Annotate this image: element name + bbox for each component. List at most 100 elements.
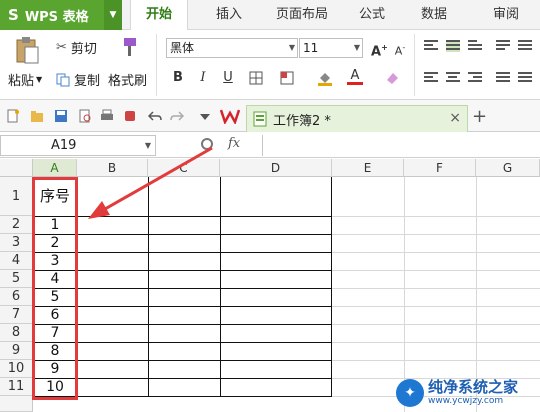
column-header-d[interactable]: D <box>220 159 332 177</box>
redo-icon[interactable] <box>170 109 184 123</box>
print-preview-icon[interactable] <box>78 109 92 123</box>
new-tab-button[interactable]: + <box>472 106 487 127</box>
paste-icon[interactable] <box>14 36 40 66</box>
tab-home[interactable]: 开始 <box>130 0 188 31</box>
italic-button[interactable]: I <box>195 70 211 86</box>
row-header[interactable]: 10 <box>0 360 33 378</box>
copy-button[interactable]: 复制 <box>56 70 100 89</box>
fx-button[interactable]: fx <box>228 136 240 151</box>
fill-color-icon[interactable] <box>317 70 333 86</box>
ribbon-separator <box>414 34 415 96</box>
clear-format-icon[interactable] <box>384 70 400 86</box>
formula-input[interactable] <box>262 135 540 156</box>
indent-icon[interactable] <box>518 40 532 52</box>
align-bottom-icon[interactable] <box>468 40 482 52</box>
chevron-down-icon: ▼ <box>353 43 360 52</box>
scissors-icon: ✂ <box>56 40 67 55</box>
gridline <box>332 270 540 271</box>
gridline <box>332 252 540 253</box>
ribbon-separator <box>156 34 157 96</box>
row-header[interactable]: 5 <box>0 270 33 288</box>
quick-access-bar: 工作簿2 * × + <box>0 100 540 132</box>
align-left-icon[interactable] <box>424 72 438 84</box>
font-name-select[interactable]: 黑体 ▼ <box>166 38 298 58</box>
undo-icon[interactable] <box>148 109 162 123</box>
cell-style-icon[interactable] <box>280 71 294 85</box>
font-name-value: 黑体 <box>170 41 195 55</box>
app-menu-button[interactable]: S WPS 表格 ▼ <box>0 0 122 30</box>
wps-w-logo-icon[interactable] <box>220 108 240 124</box>
gridline <box>332 324 540 325</box>
print-icon[interactable] <box>100 109 114 123</box>
grow-font-button[interactable]: A+ <box>371 40 388 60</box>
row-header[interactable]: 2 <box>0 216 33 234</box>
gridline <box>332 216 540 217</box>
borders-icon[interactable] <box>249 71 263 85</box>
font-color-button[interactable]: A <box>347 68 363 85</box>
tab-insert[interactable]: 插入 <box>204 0 254 30</box>
font-size-select[interactable]: 11 ▼ <box>299 38 363 58</box>
justify-icon[interactable] <box>496 72 510 84</box>
row-header[interactable]: 4 <box>0 252 33 270</box>
row-header[interactable]: 7 <box>0 306 33 324</box>
row-header[interactable]: 9 <box>0 342 33 360</box>
annotation-arrow <box>88 146 213 219</box>
row-header[interactable]: 6 <box>0 288 33 306</box>
format-painter-icon[interactable] <box>118 36 140 60</box>
menu-bar: S WPS 表格 ▼ 开始 插入 页面布局 公式 数据 审阅 <box>0 0 540 31</box>
gridline <box>332 234 540 235</box>
watermark-title: 纯净系统之家 <box>428 378 519 396</box>
font-size-value: 11 <box>303 41 319 55</box>
open-folder-icon[interactable] <box>30 109 44 123</box>
wrap-text-icon[interactable] <box>496 40 510 52</box>
export-icon[interactable] <box>124 109 138 123</box>
wps-logo-icon: S <box>8 6 19 24</box>
close-icon[interactable]: × <box>449 110 461 126</box>
name-box-value: A19 <box>51 138 77 153</box>
align-middle-icon[interactable] <box>446 40 460 52</box>
spreadsheet-file-icon <box>253 111 267 127</box>
site-watermark: ✦ 纯净系统之家 www.ycwjzy.com <box>396 376 536 410</box>
cut-button[interactable]: ✂ 剪切 <box>56 38 97 57</box>
gridline <box>332 288 540 289</box>
column-header-e[interactable]: E <box>332 159 404 177</box>
row-header[interactable] <box>0 396 33 412</box>
tab-review[interactable]: 审阅 <box>484 0 528 30</box>
row-header[interactable]: 1 <box>0 177 33 216</box>
tab-page-layout[interactable]: 页面布局 <box>262 0 342 30</box>
format-painter-button[interactable]: 格式刷 <box>108 70 147 89</box>
watermark-logo-icon: ✦ <box>396 379 424 407</box>
gridline <box>332 342 540 343</box>
gridline <box>332 306 540 307</box>
font-color-icon: A <box>350 68 360 83</box>
document-tab[interactable]: 工作簿2 * × <box>246 105 468 132</box>
new-file-icon[interactable] <box>6 109 20 123</box>
column-header-a[interactable]: A <box>33 159 77 177</box>
column-header-g[interactable]: G <box>476 159 540 177</box>
bold-button[interactable]: B <box>170 70 186 86</box>
row-header[interactable]: 11 <box>0 378 33 396</box>
ribbon: 粘贴 ▼ ✂ 剪切 复制 格式刷 黑体 ▼ 11 ▼ A+ A- B I U A <box>0 30 540 100</box>
select-all-corner[interactable] <box>0 159 33 177</box>
table-border <box>331 177 332 396</box>
align-center-icon[interactable] <box>446 72 460 84</box>
grow-font-icon: A <box>371 44 382 60</box>
tab-formulas[interactable]: 公式 <box>350 0 394 30</box>
row-header[interactable]: 3 <box>0 234 33 252</box>
tab-data[interactable]: 数据 <box>412 0 456 30</box>
document-title: 工作簿2 * <box>273 113 331 129</box>
align-top-icon[interactable] <box>424 40 438 52</box>
copy-icon <box>56 73 70 86</box>
paste-button[interactable]: 粘贴 ▼ <box>8 70 42 89</box>
chevron-down-icon: ▼ <box>288 43 295 52</box>
row-header[interactable]: 8 <box>0 324 33 342</box>
save-icon[interactable] <box>54 109 68 123</box>
customize-dropdown-icon[interactable] <box>198 109 212 123</box>
column-header-f[interactable]: F <box>404 159 476 177</box>
distribute-icon[interactable] <box>518 72 532 84</box>
shrink-font-button[interactable]: A- <box>392 40 408 60</box>
app-name: WPS 表格 <box>24 9 89 25</box>
align-right-icon[interactable] <box>468 72 482 84</box>
underline-button[interactable]: U <box>220 70 236 86</box>
chevron-down-icon[interactable]: ▼ <box>104 0 122 30</box>
